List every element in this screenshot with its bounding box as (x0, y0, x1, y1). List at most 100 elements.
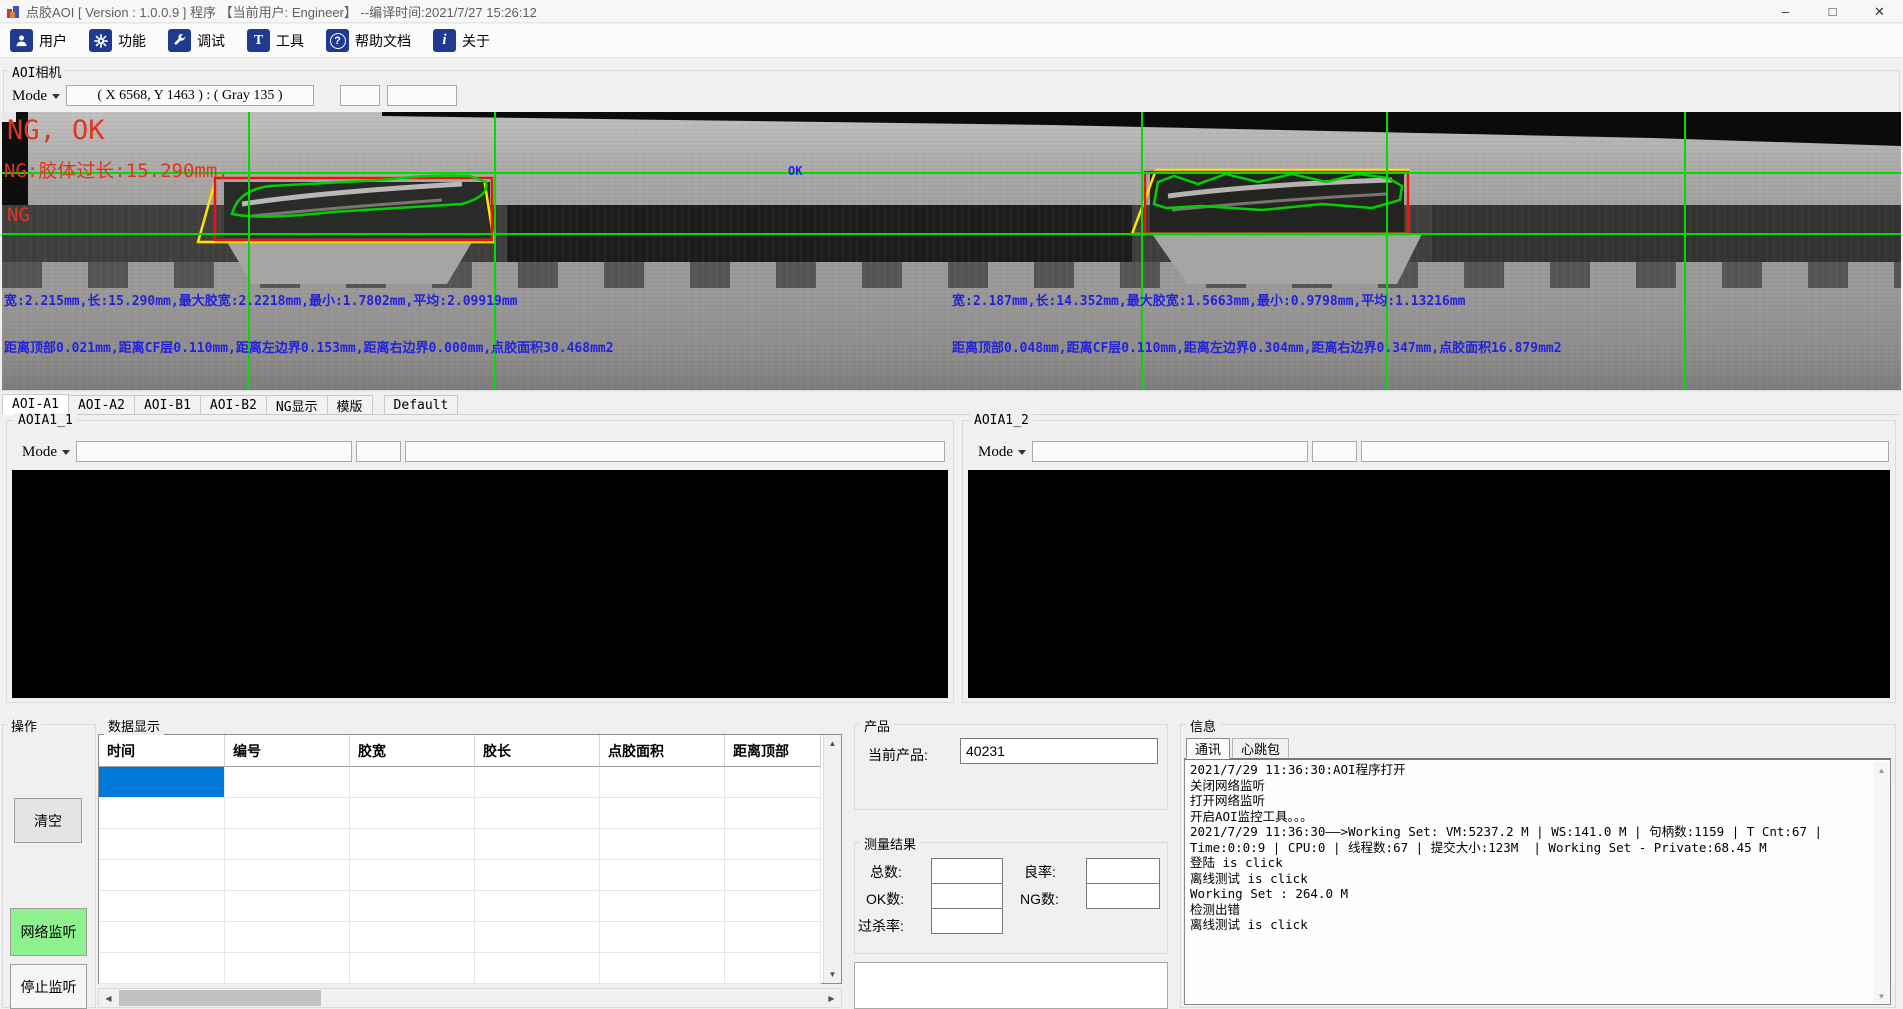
panel1-field-1[interactable] (76, 441, 352, 462)
tab-ng-display[interactable]: NG显示 (266, 395, 328, 415)
table-cell[interactable] (600, 860, 725, 891)
table-cell[interactable] (99, 829, 225, 860)
table-cell[interactable] (600, 767, 725, 798)
table-horizontal-scrollbar[interactable]: ◀ ▶ (98, 988, 842, 1008)
table-cell[interactable] (725, 860, 821, 891)
tab-aoi-b2[interactable]: AOI-B2 (200, 395, 267, 415)
table-cell[interactable] (225, 829, 350, 860)
overkill-rate-field[interactable] (931, 908, 1003, 934)
table-cell[interactable] (600, 891, 725, 922)
log-scrollbar[interactable]: ▲ ▼ (1873, 762, 1889, 1005)
table-cell[interactable] (350, 953, 475, 984)
table-cell[interactable] (225, 891, 350, 922)
column-header-distance-top[interactable]: 距离顶部 (725, 735, 821, 767)
table-cell[interactable] (475, 891, 600, 922)
column-header-glue-length[interactable]: 胶长 (475, 735, 600, 767)
panel2-field-2[interactable] (1312, 441, 1357, 462)
toolbar-button-functions[interactable]: 功能 (89, 29, 146, 52)
table-cell[interactable] (725, 829, 821, 860)
table-cell[interactable] (600, 953, 725, 984)
column-header-glue-area[interactable]: 点胶面积 (600, 735, 725, 767)
table-cell[interactable] (225, 922, 350, 953)
table-cell[interactable] (99, 891, 225, 922)
table-cell[interactable] (725, 922, 821, 953)
table-cell[interactable] (350, 860, 475, 891)
scrollbar-thumb[interactable] (119, 990, 321, 1006)
column-header-time[interactable]: 时间 (99, 735, 225, 767)
ok-count-field[interactable] (931, 883, 1003, 909)
panel2-mode-dropdown[interactable]: Mode (972, 441, 1028, 463)
stop-listen-button[interactable]: 停止监听 (10, 964, 87, 1009)
table-cell[interactable] (99, 922, 225, 953)
network-listen-button[interactable]: 网络监听 (10, 908, 87, 956)
tab-aoi-b1[interactable]: AOI-B1 (134, 395, 201, 415)
ng-count-field[interactable] (1086, 883, 1160, 909)
panel1-field-3[interactable] (405, 441, 945, 462)
table-cell[interactable] (99, 798, 225, 829)
close-button[interactable]: ✕ (1856, 0, 1903, 23)
toolbar-button-user[interactable]: 用户 (10, 29, 67, 52)
scroll-left-icon[interactable]: ◀ (99, 989, 118, 1007)
toolbar-button-debug[interactable]: 调试 (168, 29, 225, 52)
comm-log[interactable]: 2021/7/29 11:36:30:AOI程序打开关闭网络监听打开网络监听开启… (1184, 758, 1891, 1005)
table-cell[interactable] (350, 798, 475, 829)
toolbar-button-about[interactable]: i 关于 (433, 29, 490, 52)
maximize-button[interactable]: □ (1809, 0, 1856, 23)
table-cell[interactable] (600, 829, 725, 860)
column-header-id[interactable]: 编号 (225, 735, 350, 767)
scroll-down-icon[interactable]: ▼ (1873, 988, 1890, 1005)
tab-template[interactable]: 模版 (327, 395, 373, 415)
table-cell[interactable] (475, 798, 600, 829)
table-cell[interactable] (725, 891, 821, 922)
table-cell[interactable] (725, 767, 821, 798)
tab-heartbeat[interactable]: 心跳包 (1232, 738, 1289, 759)
panel2-field-3[interactable] (1361, 441, 1889, 462)
table-cell[interactable] (725, 798, 821, 829)
scroll-up-icon[interactable]: ▲ (1873, 762, 1890, 779)
table-cell[interactable] (475, 829, 600, 860)
scroll-down-icon[interactable]: ▼ (824, 966, 841, 983)
table-cell[interactable] (600, 922, 725, 953)
table-cell[interactable] (99, 767, 225, 798)
scroll-right-icon[interactable]: ▶ (822, 989, 841, 1007)
table-cell[interactable] (350, 767, 475, 798)
yield-field[interactable] (1086, 858, 1160, 884)
camera-coords-readout[interactable]: ( X 6568, Y 1463 ) : ( Gray 135 ) (66, 85, 314, 106)
tab-aoi-a2[interactable]: AOI-A2 (68, 395, 135, 415)
panel2-field-1[interactable] (1032, 441, 1308, 462)
table-cell[interactable] (475, 860, 600, 891)
camera-field-3[interactable] (387, 85, 457, 106)
data-table-body (99, 767, 823, 984)
table-cell[interactable] (225, 798, 350, 829)
panel1-field-2[interactable] (356, 441, 401, 462)
table-cell[interactable] (225, 767, 350, 798)
tab-aoi-a1[interactable]: AOI-A1 (2, 394, 69, 415)
table-cell[interactable] (225, 860, 350, 891)
table-cell[interactable] (350, 829, 475, 860)
clear-button[interactable]: 清空 (14, 798, 82, 843)
table-cell[interactable] (225, 953, 350, 984)
total-count-field[interactable] (931, 858, 1003, 884)
table-cell[interactable] (475, 953, 600, 984)
table-cell[interactable] (725, 953, 821, 984)
tab-default[interactable]: Default (384, 395, 459, 415)
table-cell[interactable] (99, 953, 225, 984)
table-cell[interactable] (475, 767, 600, 798)
table-vertical-scrollbar[interactable]: ▲ ▼ (823, 735, 841, 983)
table-cell[interactable] (475, 922, 600, 953)
current-product-field[interactable] (960, 738, 1158, 764)
toolbar-button-tools[interactable]: T 工具 (247, 29, 304, 52)
column-header-glue-width[interactable]: 胶宽 (350, 735, 475, 767)
camera-field-2[interactable] (340, 85, 380, 106)
tab-comm[interactable]: 通讯 (1186, 738, 1230, 759)
minimize-button[interactable]: – (1762, 0, 1809, 23)
table-cell[interactable] (600, 798, 725, 829)
scroll-up-icon[interactable]: ▲ (824, 735, 841, 752)
panel1-mode-dropdown[interactable]: Mode (16, 441, 72, 463)
table-cell[interactable] (350, 891, 475, 922)
table-cell[interactable] (350, 922, 475, 953)
table-cell[interactable] (99, 860, 225, 891)
toolbar-button-help[interactable]: ? 帮助文档 (326, 29, 411, 52)
camera-viewport[interactable]: NG, OK NG:胶体过长:15.290mm, NG OK 宽:2.215mm… (2, 112, 1901, 390)
camera-mode-dropdown[interactable]: Mode (6, 85, 62, 107)
